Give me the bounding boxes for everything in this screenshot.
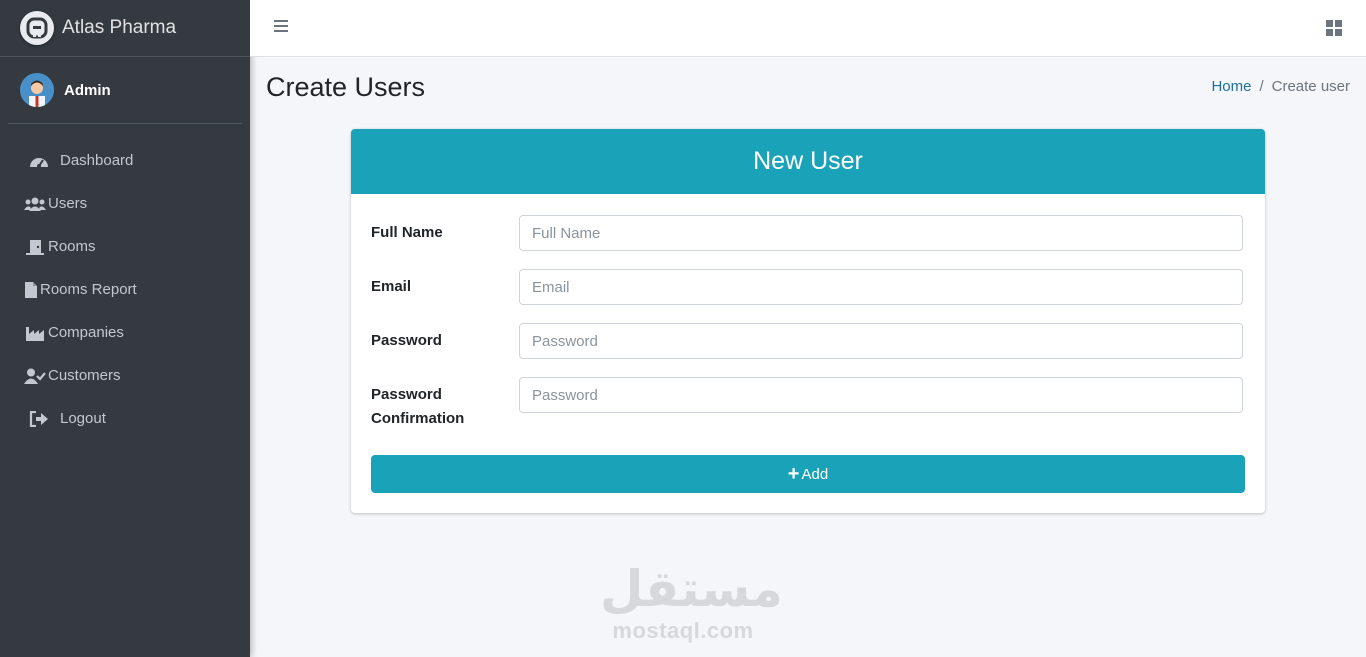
sidebar-item-label: Customers — [48, 367, 121, 384]
plus-icon: + — [787, 463, 800, 485]
sign-out-icon — [28, 410, 50, 428]
file-icon — [24, 281, 38, 299]
breadcrumb-separator: / — [1259, 78, 1264, 95]
avatar — [20, 73, 54, 107]
password-label: Password — [371, 332, 442, 349]
add-user-button[interactable]: + Add — [371, 455, 1245, 493]
password-confirmation-label: Password Confirmation — [371, 383, 464, 431]
full-name-label: Full Name — [371, 224, 443, 241]
full-name-input[interactable] — [519, 215, 1243, 251]
sidebar-item-companies[interactable]: Companies — [0, 311, 250, 354]
sidebar-item-label: Companies — [48, 324, 124, 341]
password-input[interactable] — [519, 323, 1243, 359]
breadcrumb-current: Create user — [1271, 78, 1350, 95]
tachometer-icon — [28, 152, 50, 170]
password-confirmation-label-line1: Password — [371, 386, 442, 403]
users-icon — [24, 195, 46, 213]
password-confirmation-label-line2: Confirmation — [371, 410, 465, 427]
email-label: Email — [371, 278, 412, 295]
brand-logo-icon — [20, 11, 54, 45]
email-input[interactable] — [519, 269, 1243, 305]
breadcrumb-home-link[interactable]: Home — [1211, 78, 1251, 95]
page-title: Create Users — [266, 72, 426, 102]
user-panel[interactable]: Admin — [8, 57, 242, 124]
grid-icon[interactable] — [1326, 20, 1342, 36]
add-button-label: Add — [801, 465, 829, 483]
sidebar-item-dashboard[interactable]: Dashboard — [0, 139, 250, 182]
sidebar-item-label: Users — [48, 195, 88, 212]
industry-icon — [24, 324, 46, 342]
sidebar-nav: Dashboard Users Rooms Rooms Report Compa… — [0, 124, 250, 440]
watermark-arabic: مستقل — [600, 560, 783, 618]
sidebar-item-rooms-report[interactable]: Rooms Report — [0, 268, 250, 311]
password-confirmation-input[interactable] — [519, 377, 1243, 413]
new-user-card: New User Full Name Email Password Passwo… — [351, 129, 1265, 513]
brand-link[interactable]: Atlas Pharma — [0, 0, 250, 57]
menu-toggle-icon[interactable] — [274, 20, 288, 34]
sidebar-item-label: Dashboard — [60, 152, 134, 169]
sidebar-item-logout[interactable]: Logout — [0, 397, 250, 440]
sidebar-item-users[interactable]: Users — [0, 182, 250, 225]
sidebar-item-customers[interactable]: Customers — [0, 354, 250, 397]
card-title: New User — [351, 129, 1265, 194]
sidebar-item-label: Rooms — [48, 238, 96, 255]
sidebar-item-label: Logout — [60, 410, 106, 427]
sidebar: Atlas Pharma Admin Dashboard Users Rooms… — [0, 0, 250, 657]
user-check-icon — [24, 367, 46, 385]
sidebar-item-label: Rooms Report — [40, 281, 137, 298]
brand-name: Atlas Pharma — [62, 17, 177, 38]
sidebar-item-rooms[interactable]: Rooms — [0, 225, 250, 268]
door-icon — [24, 238, 46, 256]
watermark: مستقل mostaql.com — [600, 560, 783, 644]
watermark-latin: mostaql.com — [612, 618, 754, 643]
user-name: Admin — [64, 81, 111, 99]
top-navbar — [250, 0, 1366, 57]
breadcrumb: Home / Create user — [1211, 78, 1350, 95]
